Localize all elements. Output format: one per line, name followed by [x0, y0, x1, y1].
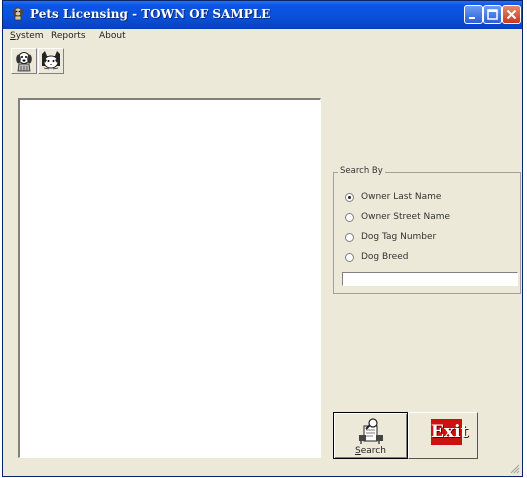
radio-label: Dog Breed — [361, 252, 409, 262]
radio-button[interactable] — [345, 193, 354, 202]
dog-app-icon — [12, 7, 24, 21]
menu-system-label: ystem — [15, 31, 44, 41]
menu-about[interactable]: About — [99, 31, 126, 41]
radio-label: Dog Tag Number — [361, 232, 437, 242]
menu-about-label: About — [99, 31, 126, 41]
cat-icon — [42, 51, 60, 70]
maximize-icon — [487, 9, 498, 20]
title-bar[interactable]: Pets Licensing - TOWN OF SAMPLE — [3, 1, 522, 29]
search-button[interactable]: Search — [333, 412, 408, 459]
radio-label: Owner Street Name — [361, 212, 451, 222]
search-button-label: Search — [334, 446, 407, 456]
cats-toolbar-button[interactable] — [38, 48, 64, 74]
search-by-group: Search By Owner Last Name Owner Street N… — [333, 166, 521, 294]
menu-reports[interactable]: Reports — [51, 31, 86, 41]
radio-button[interactable] — [345, 253, 354, 262]
radio-button[interactable] — [345, 213, 354, 222]
dogs-toolbar-button[interactable] — [11, 48, 37, 74]
radio-selected-dot — [348, 196, 351, 199]
app-window: Pets Licensing - TOWN OF SAMPLE System R… — [2, 0, 523, 477]
radio-label: Owner Last Name — [361, 192, 442, 202]
search-label-text: earch — [360, 446, 386, 456]
search-document-icon — [359, 418, 383, 444]
menu-system[interactable]: System — [10, 31, 44, 41]
minimize-button[interactable] — [464, 5, 483, 24]
menu-bar: System Reports About — [3, 29, 522, 44]
results-list[interactable] — [18, 98, 321, 458]
minimize-icon — [469, 17, 475, 19]
exit-icon: Exit — [431, 419, 468, 445]
search-by-label: Search By — [338, 166, 385, 176]
dog-icon — [16, 52, 32, 72]
window-title: Pets Licensing - TOWN OF SAMPLE — [30, 7, 271, 21]
search-input[interactable] — [342, 272, 518, 286]
menu-reports-label: Reports — [51, 31, 86, 41]
radio-button[interactable] — [345, 233, 354, 242]
close-icon — [506, 9, 517, 20]
exit-button[interactable]: Exit — [408, 412, 478, 459]
maximize-button[interactable] — [483, 5, 502, 24]
resize-grip-icon[interactable] — [509, 463, 520, 474]
close-button[interactable] — [502, 5, 521, 24]
